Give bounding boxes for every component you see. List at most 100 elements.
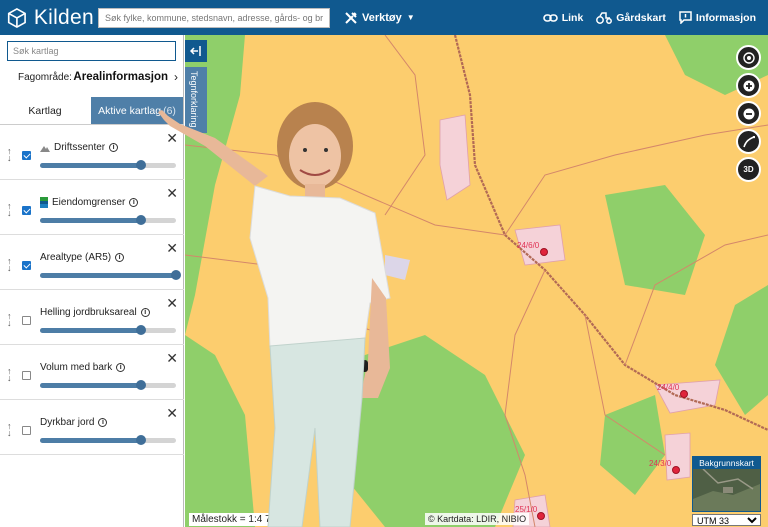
parcel-marker[interactable] [540,248,548,256]
parcel-marker[interactable] [537,512,545,520]
layer-checkbox[interactable] [22,261,31,270]
close-icon[interactable]: ✕ [166,130,178,147]
reorder-arrows-icon[interactable]: ↑ ↓ [7,257,17,273]
slider-fill [40,273,176,278]
informasjon-button[interactable]: Informasjon [679,11,756,24]
zoom-out-button[interactable] [736,101,761,126]
parcel-label: 24/6/0 [517,241,540,250]
close-icon[interactable]: ✕ [166,405,178,422]
layer-checkbox[interactable] [22,371,31,380]
reorder-arrows-icon[interactable]: ↑ ↓ [7,202,17,218]
layer-search-input[interactable] [7,41,176,61]
layer-name: Eiendomgrenser [52,197,126,208]
driftssenter-icon [40,144,50,152]
slider-fill [40,328,141,333]
kilden-logo[interactable]: Kilden [6,6,94,30]
reorder-arrows-icon[interactable]: ↑ ↓ [7,147,17,163]
slider-handle[interactable] [135,325,146,335]
layer-name: Dyrkbar jord [40,417,95,428]
opacity-slider[interactable] [40,160,176,170]
slider-fill [40,163,141,168]
layer-row-helling: ↑ ↓ Helling jordbruksareal i ✕ [0,290,184,345]
info-icon[interactable]: i [129,198,139,207]
legend-label: Tegnforklaring [189,71,199,128]
info-icon[interactable]: i [115,253,125,262]
layer-tabs: Kartlag Aktive kartlag (6) [0,97,184,125]
info-speech-icon [679,11,692,24]
map-canvas[interactable]: Tegnforklaring 3D 24/6/0 24/4/0 24/3/0 2… [185,35,768,527]
opacity-slider[interactable] [40,270,181,280]
layer-checkbox[interactable] [22,426,31,435]
opacity-slider[interactable] [40,215,176,225]
info-icon[interactable]: i [98,418,108,427]
chevron-down-icon: ▼ [406,13,415,22]
tab-aktive-kartlag[interactable]: Aktive kartlag (6) [91,97,183,125]
close-icon[interactable]: ✕ [166,295,178,312]
slider-fill [40,218,141,223]
projection-select[interactable]: UTM 33 [692,514,761,526]
logo-text: Kilden [33,5,94,29]
tools-menu-button[interactable]: Verktøy ▼ [344,11,415,25]
tools-icon [345,11,357,24]
close-icon[interactable]: ✕ [166,350,178,367]
background-map-button[interactable]: Bakgrunnskart [692,456,761,512]
slider-handle[interactable] [135,435,146,445]
layer-sidebar: Fagområde: Arealinformasjon › Kartlag Ak… [0,35,184,527]
locate-button[interactable] [736,45,761,70]
layer-checkbox[interactable] [22,316,31,325]
link-button[interactable]: Link [542,11,584,24]
layer-checkbox[interactable] [22,206,31,215]
zoom-in-button[interactable] [736,73,761,98]
tab-kartlag-label: Kartlag [28,105,62,117]
link-icon [542,13,558,22]
layer-row-driftssenter: ↑ ↓ Driftssenter i ✕ [0,125,184,180]
scale-label: Målestokk = 1:4 734 [189,513,285,526]
cube-logo-icon [7,7,26,28]
layer-name: Helling jordbruksareal [40,307,137,318]
reorder-arrows-icon[interactable]: ↑ ↓ [7,312,17,328]
layer-row-volum: ↑ ↓ Volum med bark i ✕ [0,345,184,400]
opacity-slider[interactable] [40,325,176,335]
draw-measure-button[interactable] [736,129,761,154]
layer-checkbox[interactable] [22,151,31,160]
tractor-icon [596,11,613,24]
opacity-slider[interactable] [40,435,176,445]
slider-handle[interactable] [135,380,146,390]
info-icon[interactable]: i [116,363,126,372]
app-header: Kilden Verktøy ▼ Link Gårdskart [0,0,768,35]
info-icon[interactable]: i [140,308,150,317]
legend-tab[interactable]: Tegnforklaring [185,67,207,133]
tab-kartlag[interactable]: Kartlag [0,97,90,125]
layer-row-eiendomgrenser: ↑ ↓ Eiendomgrenser i ✕ [0,180,184,235]
tab-aktive-label: Aktive kartlag [98,105,162,117]
3d-view-button[interactable]: 3D [736,157,761,182]
gardskart-button[interactable]: Gårdskart [596,12,666,24]
reorder-arrows-icon[interactable]: ↑ ↓ [7,422,17,438]
collapse-sidebar-button[interactable] [185,40,207,62]
fagomrade-selector[interactable]: Fagområde: Arealinformasjon › [18,70,178,84]
slider-handle[interactable] [135,160,146,170]
opacity-slider[interactable] [40,380,176,390]
close-icon[interactable]: ✕ [166,240,178,257]
link-label: Link [561,11,584,24]
informasjon-label: Informasjon [695,11,756,24]
slider-handle[interactable] [171,270,181,280]
chevron-right-icon: › [174,70,178,84]
reorder-arrows-icon[interactable]: ↑ ↓ [7,367,17,383]
arrow-left-icon [190,46,201,56]
parcel-label: 24/3/0 [649,459,672,468]
parcel-marker[interactable] [680,390,688,398]
layer-name: Volum med bark [40,362,113,373]
slider-fill [40,383,141,388]
parcel-label: 24/4/0 [657,383,680,392]
info-icon[interactable]: i [109,143,119,152]
place-search-input[interactable] [98,7,330,28]
close-icon[interactable]: ✕ [166,185,178,202]
plus-icon [743,80,754,91]
parcel-marker[interactable] [672,466,680,474]
slider-handle[interactable] [135,215,146,225]
fagomrade-label: Fagområde: [18,71,72,83]
background-map-label: Bakgrunnskart [693,457,760,469]
curve-icon [742,135,755,147]
3d-icon: 3D [743,165,754,174]
